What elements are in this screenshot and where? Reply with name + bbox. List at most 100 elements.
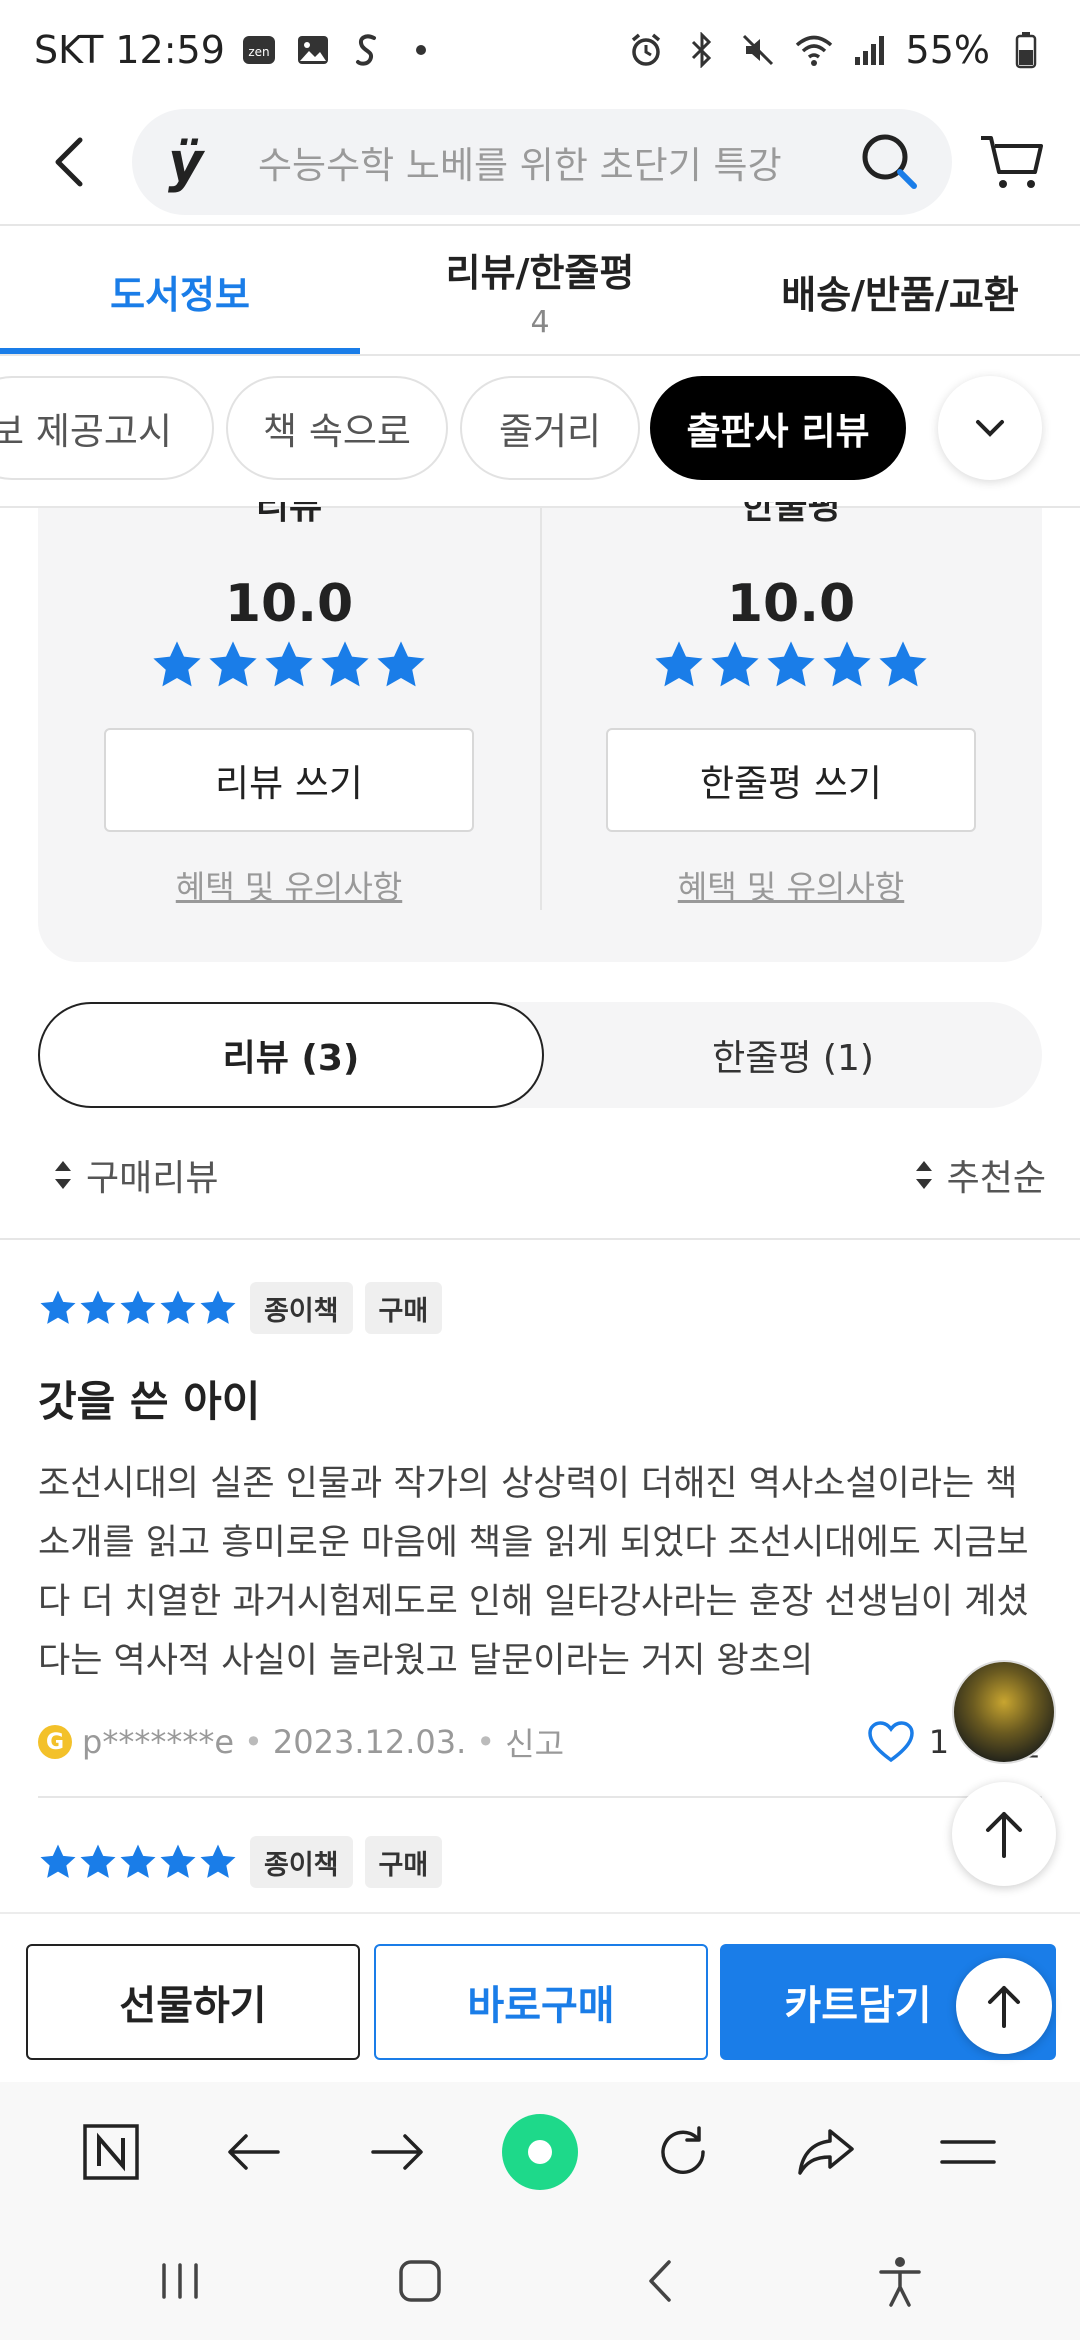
- floating-book-thumbnail[interactable]: [952, 1660, 1056, 1764]
- write-oneline-button[interactable]: 한줄평 쓰기: [606, 728, 976, 832]
- star-icon: [767, 641, 815, 687]
- review-title: 갓을 쓴 아이: [38, 1377, 261, 1426]
- purchase-action-bar: 선물하기 바로구매 카트담기: [0, 1912, 1080, 2080]
- oneline-rating-column: 한줄평 10.0 한줄평 쓰기 혜택 및 유의사항: [540, 502, 1042, 918]
- segment-oneline[interactable]: 한줄평 (1): [544, 1002, 1042, 1108]
- review-sort-label: 추천순: [946, 1158, 1046, 1199]
- segment-review[interactable]: 리뷰 (3): [38, 1002, 544, 1108]
- tab-label: 배송/반품/교환: [781, 272, 1019, 317]
- star-icon: [40, 1844, 76, 1878]
- user-grade-badge: G: [38, 1725, 72, 1759]
- gift-button[interactable]: 선물하기: [26, 1944, 360, 2060]
- oneline-benefit-link[interactable]: 혜택 및 유의사항: [540, 862, 1042, 908]
- accessibility-button[interactable]: [860, 2241, 940, 2321]
- battery-percent: 55%: [905, 28, 990, 72]
- tab-reviews[interactable]: 리뷰/한줄평 4: [360, 226, 720, 356]
- purchase-badge: 구매: [364, 1282, 443, 1334]
- home-circle-icon: [501, 2114, 578, 2190]
- refresh-icon: [661, 2126, 705, 2174]
- tab-count: 4: [530, 305, 550, 340]
- tab-book-info[interactable]: 도서정보: [0, 226, 360, 356]
- mute-icon: [738, 30, 778, 70]
- system-back-button[interactable]: [620, 2241, 700, 2321]
- chip-inside-book[interactable]: 책 속으로: [226, 376, 448, 480]
- review-body[interactable]: 조선시대의 실존 인물과 작가의 상상력이 더해진 역사소설이라는 책 소개를 …: [38, 1455, 1042, 1691]
- arrow-up-icon: [986, 1812, 1022, 1858]
- star-icon: [80, 1844, 116, 1878]
- search-icon[interactable]: [858, 130, 922, 194]
- separator-dot: •: [476, 1723, 496, 1761]
- review-item[interactable]: 종이책 구매 갓을 쓴 아이 조선시대의 실존 인물과 작가의 상상력이 더해진…: [38, 1280, 1042, 1767]
- recent-apps-icon: [162, 2263, 198, 2299]
- star-icon: [200, 1844, 236, 1878]
- arrow-up-icon: [988, 1986, 1020, 2028]
- review-author: p*******e: [82, 1723, 234, 1761]
- oneline-rating-label: 한줄평: [741, 502, 841, 527]
- like-button[interactable]: 1: [867, 1720, 949, 1764]
- tab-label: 도서정보: [110, 272, 250, 317]
- heart-icon: [867, 1721, 914, 1763]
- review-item-stars: [38, 1288, 238, 1328]
- alarm-icon: [626, 30, 666, 70]
- review-stars: [38, 638, 540, 692]
- format-badge: 종이책: [250, 1836, 353, 1888]
- bluetooth-icon: [682, 30, 722, 70]
- add-to-cart-label: 카트담기: [784, 1983, 932, 2029]
- scroll-top-button[interactable]: [952, 1782, 1056, 1886]
- buy-now-button[interactable]: 바로구매: [374, 1944, 708, 2060]
- star-icon: [879, 641, 927, 687]
- review-item[interactable]: 종이책 구매: [38, 1834, 1042, 1890]
- report-link[interactable]: 신고: [505, 1719, 564, 1765]
- back-button[interactable]: [30, 122, 110, 202]
- naver-n-icon: [83, 2124, 140, 2180]
- star-icon: [200, 1290, 236, 1324]
- chevron-down-icon: [976, 420, 1004, 437]
- signal-icon: [850, 30, 890, 70]
- review-filter-dropdown[interactable]: 구매리뷰: [52, 1140, 218, 1210]
- chip-synopsis[interactable]: 줄거리: [460, 376, 640, 480]
- wifi-icon: [794, 30, 834, 70]
- search-header: ÿ 수능수학 노베를 위한 초단기 특강: [0, 100, 1080, 224]
- status-bar: SKT 12:59 zen 55%: [0, 0, 1080, 100]
- star-icon: [80, 1290, 116, 1324]
- tab-shipping[interactable]: 배송/반품/교환: [720, 226, 1080, 356]
- write-review-button[interactable]: 리뷰 쓰기: [104, 728, 474, 832]
- review-item-stars: [38, 1842, 238, 1882]
- chip-publisher-review[interactable]: 출판사 리뷰: [650, 376, 906, 480]
- oneline-score: 10.0: [726, 574, 856, 634]
- tabs-divider: [0, 354, 1080, 356]
- browser-menu-button[interactable]: [928, 2112, 1008, 2192]
- star-icon: [209, 641, 257, 687]
- review-sort-dropdown[interactable]: 추천순: [913, 1140, 1046, 1210]
- sort-row: 구매리뷰 추천순: [0, 1140, 1080, 1210]
- naver-n-button[interactable]: [71, 2112, 151, 2192]
- chips-expand-button[interactable]: [938, 376, 1042, 480]
- back-arrow-icon: [55, 137, 83, 187]
- sort-arrows-icon: [55, 1161, 71, 1189]
- review-benefit-link[interactable]: 혜택 및 유의사항: [38, 862, 540, 908]
- chip-product-notice[interactable]: 보 제공고시: [0, 376, 214, 480]
- browser-toolbar: [0, 2082, 1080, 2222]
- scroll-top-button-2[interactable]: [956, 1958, 1052, 2054]
- browser-forward-button[interactable]: [357, 2112, 437, 2192]
- star-icon: [120, 1290, 156, 1324]
- browser-back-button[interactable]: [214, 2112, 294, 2192]
- review-divider: [38, 1796, 1042, 1798]
- search-input[interactable]: 수능수학 노베를 위한 초단기 특강: [258, 135, 858, 189]
- search-bar[interactable]: ÿ 수능수학 노베를 위한 초단기 특강: [132, 109, 952, 215]
- sort-arrows-icon: [915, 1161, 932, 1189]
- star-icon: [321, 641, 369, 687]
- browser-share-button[interactable]: [786, 2112, 866, 2192]
- review-type-toggle: 리뷰 (3) 한줄평 (1): [38, 1002, 1042, 1108]
- browser-refresh-button[interactable]: [643, 2112, 723, 2192]
- separator-dot: •: [244, 1723, 263, 1761]
- star-icon: [40, 1290, 76, 1324]
- star-icon: [655, 641, 703, 687]
- cart-button[interactable]: [972, 122, 1052, 202]
- star-icon: [153, 641, 201, 687]
- recent-apps-button[interactable]: [140, 2241, 220, 2321]
- format-badge: 종이책: [250, 1282, 353, 1334]
- cart-icon: [981, 136, 1043, 188]
- home-button[interactable]: [380, 2241, 460, 2321]
- browser-home-button[interactable]: [500, 2112, 580, 2192]
